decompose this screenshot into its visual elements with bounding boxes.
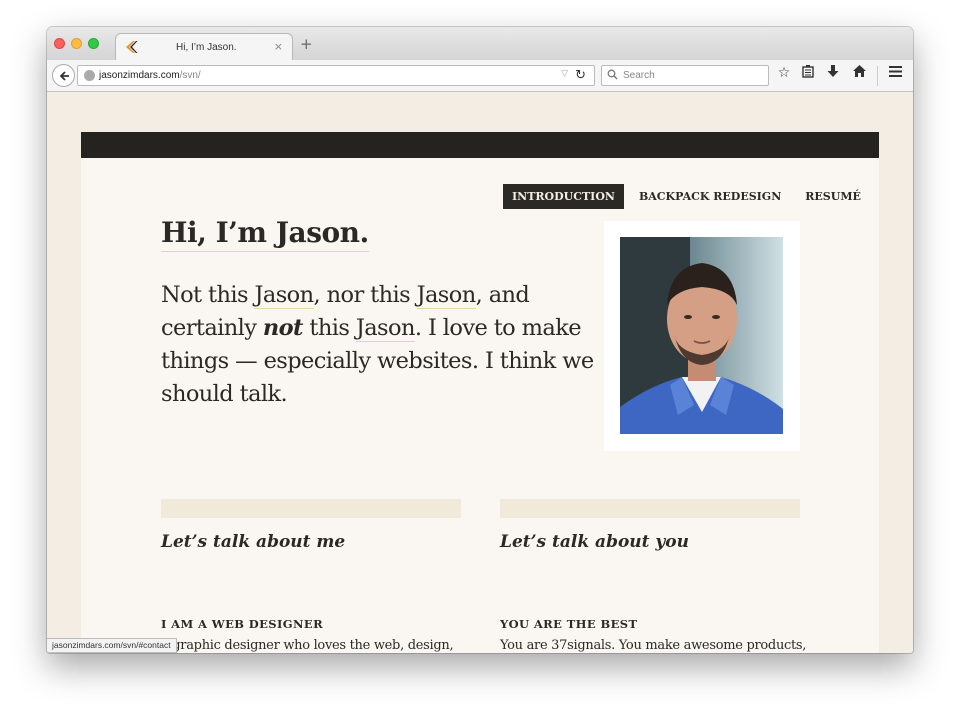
subheading-web-designer: I AM A WEB DESIGNER (161, 617, 324, 631)
intro-text-2: , nor this (313, 282, 417, 308)
portrait-frame (604, 221, 800, 451)
back-button[interactable] (52, 64, 75, 87)
address-bar[interactable]: jasonzimdars.com/svn/ ▽ ↻ (77, 65, 595, 86)
toolbar-divider (877, 66, 878, 86)
minimize-window-button[interactable] (71, 38, 82, 49)
nav-backpack-redesign[interactable]: BACKPACK REDESIGN (630, 184, 790, 209)
section-bar-you (500, 499, 800, 518)
site-header-bar (81, 132, 879, 158)
page-title: Hi, I’m Jason. (161, 216, 369, 252)
url-path: /svn/ (179, 70, 201, 81)
tab-close-icon[interactable]: × (274, 40, 283, 53)
jason-link-2[interactable]: Jason (416, 282, 476, 309)
jason-link-3[interactable]: Jason (355, 315, 415, 342)
jason-link-1[interactable]: Jason (254, 282, 314, 309)
home-icon[interactable] (850, 65, 868, 81)
search-placeholder: Search (623, 70, 655, 81)
history-dropdown-icon[interactable]: ▽ (561, 69, 568, 79)
web-content: INTRODUCTION BACKPACK REDESIGN RESUMÉ Hi… (47, 92, 913, 653)
reading-list-icon[interactable] (799, 65, 817, 82)
globe-icon (84, 70, 95, 81)
body-text-me: a graphic designer who loves the web, de… (161, 638, 454, 653)
maximize-window-button[interactable] (88, 38, 99, 49)
url-text: jasonzimdars.com/svn/ (99, 70, 201, 81)
site-nav: INTRODUCTION BACKPACK REDESIGN RESUMÉ (503, 184, 876, 209)
intro-text-1: Not this (161, 282, 255, 308)
page-panel: INTRODUCTION BACKPACK REDESIGN RESUMÉ Hi… (81, 158, 879, 653)
bookmark-star-icon[interactable]: ☆ (775, 65, 793, 81)
site-favicon-icon (126, 41, 138, 53)
close-window-button[interactable] (54, 38, 65, 49)
navigation-toolbar: jasonzimdars.com/svn/ ▽ ↻ Search ☆ (47, 60, 913, 92)
search-field[interactable]: Search (601, 65, 769, 86)
status-url-tooltip: jasonzimdars.com/svn/#contact (47, 638, 177, 653)
section-bar-me (161, 499, 461, 518)
intro-paragraph: Not this Jason, nor this Jason, and cert… (161, 279, 601, 411)
nav-introduction[interactable]: INTRODUCTION (503, 184, 624, 209)
browser-tab[interactable]: Hi, I’m Jason. × (115, 33, 293, 61)
menu-icon[interactable] (886, 65, 904, 81)
search-icon (607, 69, 618, 80)
nav-resume[interactable]: RESUMÉ (796, 184, 870, 209)
section-title-me: Let’s talk about me (161, 532, 346, 552)
back-arrow-icon (59, 70, 69, 81)
intro-emphasis: not (262, 315, 304, 341)
section-title-you: Let’s talk about you (500, 532, 690, 552)
new-tab-button[interactable]: + (300, 35, 313, 53)
browser-window: Hi, I’m Jason. × + jasonzimdars.com/svn/… (47, 27, 913, 653)
reload-icon[interactable]: ↻ (575, 68, 586, 83)
download-icon[interactable] (824, 65, 842, 82)
tab-strip: Hi, I’m Jason. × + (47, 27, 913, 61)
body-text-you: You are 37signals. You make awesome prod… (500, 638, 807, 653)
portrait-photo (620, 237, 783, 434)
intro-text-4: this (302, 315, 356, 341)
subheading-you-are-best: YOU ARE THE BEST (500, 617, 638, 631)
tab-title: Hi, I’m Jason. (176, 42, 237, 53)
url-host: jasonzimdars.com (99, 70, 180, 81)
